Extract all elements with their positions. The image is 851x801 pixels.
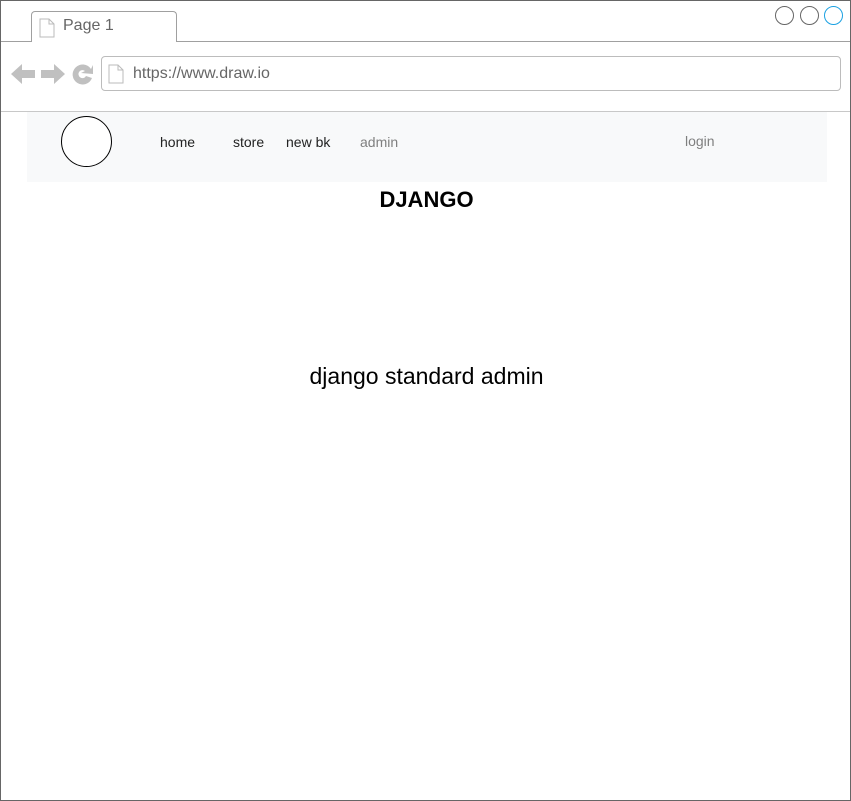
- tab-label: Page 1: [63, 17, 114, 34]
- nav-link-store[interactable]: store: [233, 134, 264, 150]
- page-icon: [108, 64, 124, 89]
- nav-link-new-bk[interactable]: new bk: [286, 134, 330, 150]
- site-navbar: home store new bk admin login: [27, 112, 827, 182]
- browser-tab[interactable]: Page 1: [31, 11, 177, 42]
- close-button[interactable]: [824, 6, 843, 25]
- browser-window: Page 1 https://www.draw.io home store ne: [0, 0, 851, 801]
- logo-circle[interactable]: [61, 116, 112, 167]
- reload-icon[interactable]: [72, 64, 93, 85]
- nav-controls: [11, 62, 95, 93]
- maximize-button[interactable]: [800, 6, 819, 25]
- login-link[interactable]: login: [685, 133, 715, 149]
- minimize-button[interactable]: [775, 6, 794, 25]
- address-bar[interactable]: https://www.draw.io: [101, 56, 841, 91]
- forward-arrow-icon[interactable]: [41, 64, 65, 84]
- page-title: DJANGO: [379, 187, 474, 212]
- address-url: https://www.draw.io: [133, 65, 270, 82]
- main-content-text: django standard admin: [309, 363, 544, 389]
- back-arrow-icon[interactable]: [11, 64, 35, 84]
- nav-link-admin[interactable]: admin: [360, 134, 398, 150]
- nav-link-home[interactable]: home: [160, 134, 195, 150]
- page-icon: [39, 18, 55, 43]
